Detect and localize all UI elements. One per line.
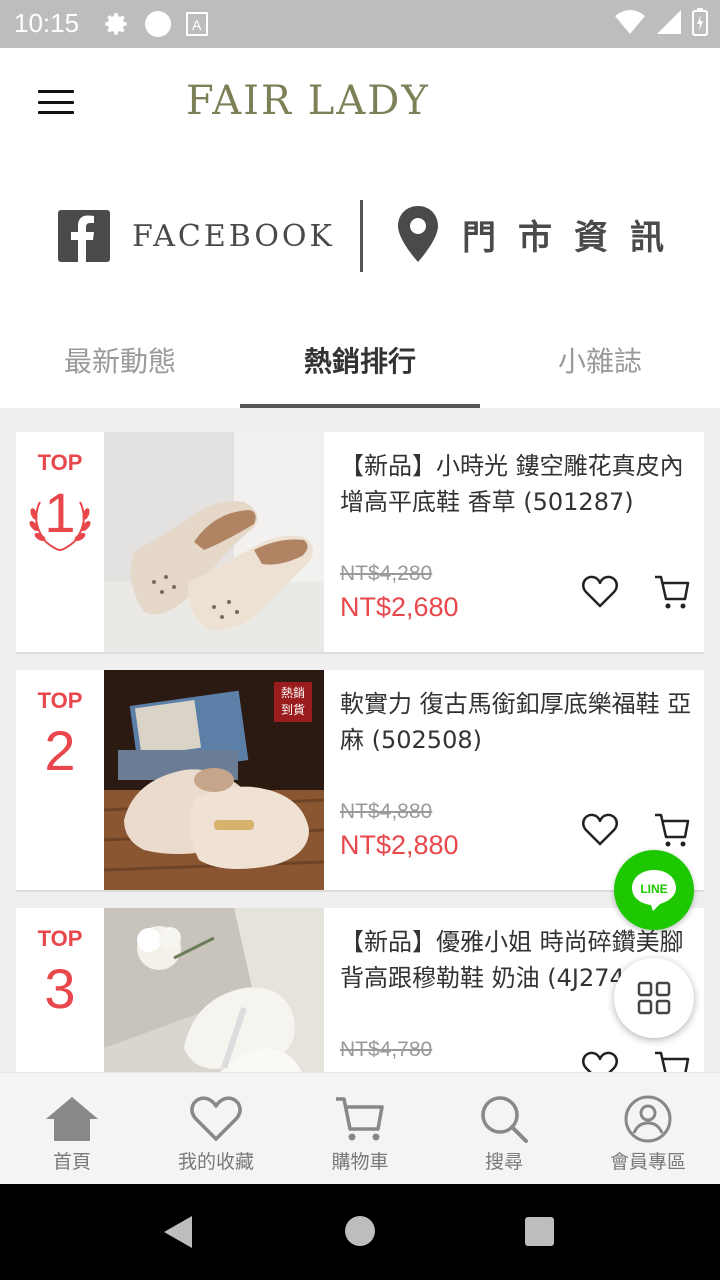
home-icon xyxy=(46,1097,98,1141)
tab-bar: 最新動態 熱銷排行 小雜誌 xyxy=(0,318,720,408)
rank-label: TOP xyxy=(37,688,83,713)
original-price: NT$4,780 xyxy=(340,1038,433,1061)
svg-text:A: A xyxy=(192,17,202,33)
rank-label: TOP xyxy=(37,926,83,951)
status-icons-left: A xyxy=(104,10,208,38)
product-info: 軟實力 復古馬銜釦厚底樂福鞋 亞麻 (502508) xyxy=(340,686,692,798)
rank-label: TOP xyxy=(37,450,83,475)
nav-cart-label: 購物車 xyxy=(331,1151,389,1173)
brand-logo[interactable]: FAIR LADY xyxy=(186,78,430,124)
nav-home-label: 首頁 xyxy=(52,1151,91,1173)
product-card[interactable]: TOP 2 熱銷到貨 軟實力 復古馬銜釦厚底樂福鞋 亞麻 (502508) NT xyxy=(16,670,704,892)
nav-search[interactable]: 搜尋 xyxy=(432,1073,576,1184)
line-chat-button[interactable]: LINE xyxy=(614,850,694,930)
battery-icon xyxy=(692,8,708,36)
location-pin-icon xyxy=(398,206,438,262)
product-image[interactable] xyxy=(104,432,324,652)
status-time: 10:15 xyxy=(14,8,80,38)
nav-cart[interactable]: 購物車 xyxy=(288,1073,432,1184)
font-notification-icon: A xyxy=(186,12,208,36)
wifi-icon xyxy=(615,10,645,34)
tab-bestsellers[interactable]: 熱銷排行 xyxy=(240,318,480,408)
product-name[interactable]: 軟實力 復古馬銜釦厚底樂福鞋 亞麻 (502508) xyxy=(340,686,692,798)
nav-member-label: 會員專區 xyxy=(609,1151,686,1173)
nav-search-label: 搜尋 xyxy=(484,1151,523,1173)
bottom-nav: 首頁 我的收藏 購物車 搜尋 會員專區 xyxy=(0,1072,720,1184)
rank-badge: TOP 2 xyxy=(16,670,104,890)
product-card[interactable]: TOP 1 【新品】小時光 鏤空雕花真皮內增高平底鞋 香草 (501287) N… xyxy=(16,432,704,654)
product-card[interactable]: TOP 3 【新品】優雅小姐 時尚碎鑽美腳背高跟穆勒鞋 奶油 (4J2747) … xyxy=(16,908,704,1072)
heart-icon[interactable] xyxy=(580,1048,620,1072)
rank-badge: TOP 3 xyxy=(16,908,104,1072)
tab-magazine[interactable]: 小雜誌 xyxy=(480,318,720,408)
cart-icon[interactable] xyxy=(652,572,692,612)
product-image[interactable] xyxy=(104,908,324,1072)
sale-price: NT$2,880 xyxy=(340,830,459,860)
divider xyxy=(360,200,363,272)
user-icon xyxy=(624,1095,672,1143)
nav-favorites[interactable]: 我的收藏 xyxy=(144,1073,288,1184)
heart-icon xyxy=(190,1096,242,1141)
product-list: TOP 1 【新品】小時光 鏤空雕花真皮內增高平底鞋 香草 (501287) N… xyxy=(0,408,720,1072)
header: FAIR LADY FACEBOOK 門市資訊 最新動態 熱銷排行 小雜誌 xyxy=(0,48,720,408)
line-label: LINE xyxy=(640,882,667,896)
circle-notification-icon xyxy=(145,11,171,37)
rank-number: 1 xyxy=(44,481,76,544)
cart-icon[interactable] xyxy=(652,1048,692,1072)
rank-badge: TOP 1 xyxy=(16,432,104,652)
category-menu-button[interactable] xyxy=(614,958,694,1038)
heart-icon[interactable] xyxy=(580,572,620,612)
search-icon xyxy=(481,1096,528,1143)
cart-icon xyxy=(336,1097,384,1141)
facebook-label: FACEBOOK xyxy=(132,218,335,254)
grid-icon xyxy=(637,981,671,1015)
menu-icon-bar xyxy=(38,90,74,93)
sale-price: NT$2,680 xyxy=(340,592,459,622)
cart-icon[interactable] xyxy=(652,810,692,850)
home-circle-icon[interactable] xyxy=(345,1216,375,1246)
nav-home[interactable]: 首頁 xyxy=(0,1073,144,1184)
social-row: FACEBOOK 門市資訊 xyxy=(0,198,720,278)
back-icon[interactable] xyxy=(164,1216,194,1248)
system-nav-bar xyxy=(0,1184,720,1280)
tab-news[interactable]: 最新動態 xyxy=(0,318,240,408)
menu-icon-bar xyxy=(38,100,74,104)
signal-icon xyxy=(657,10,681,34)
nav-member[interactable]: 會員專區 xyxy=(576,1073,720,1184)
status-bar: 10:15 A xyxy=(0,0,720,48)
status-icons-right xyxy=(614,8,708,36)
original-price: NT$4,280 xyxy=(340,562,433,585)
nav-favorites-label: 我的收藏 xyxy=(177,1151,254,1173)
product-name[interactable]: 【新品】小時光 鏤空雕花真皮內增高平底鞋 香草 (501287) xyxy=(340,448,692,560)
rank-number: 3 xyxy=(44,957,76,1020)
original-price: NT$4,880 xyxy=(340,800,433,823)
product-info: 【新品】小時光 鏤空雕花真皮內增高平底鞋 香草 (501287) xyxy=(340,448,692,560)
facebook-link[interactable]: FACEBOOK xyxy=(58,210,335,262)
heart-icon[interactable] xyxy=(580,810,620,850)
menu-button[interactable] xyxy=(36,84,76,120)
store-info-link[interactable]: 門市資訊 xyxy=(398,206,686,262)
hot-badge: 熱銷到貨 xyxy=(280,686,305,717)
recents-icon[interactable] xyxy=(525,1217,554,1246)
rank-number: 2 xyxy=(44,719,76,782)
facebook-icon xyxy=(58,210,110,262)
line-icon: LINE xyxy=(632,870,676,911)
settings-icon xyxy=(105,13,127,35)
product-image[interactable]: 熱銷到貨 xyxy=(104,670,324,890)
store-info-label: 門市資訊 xyxy=(462,217,686,258)
menu-icon-bar xyxy=(38,111,74,114)
